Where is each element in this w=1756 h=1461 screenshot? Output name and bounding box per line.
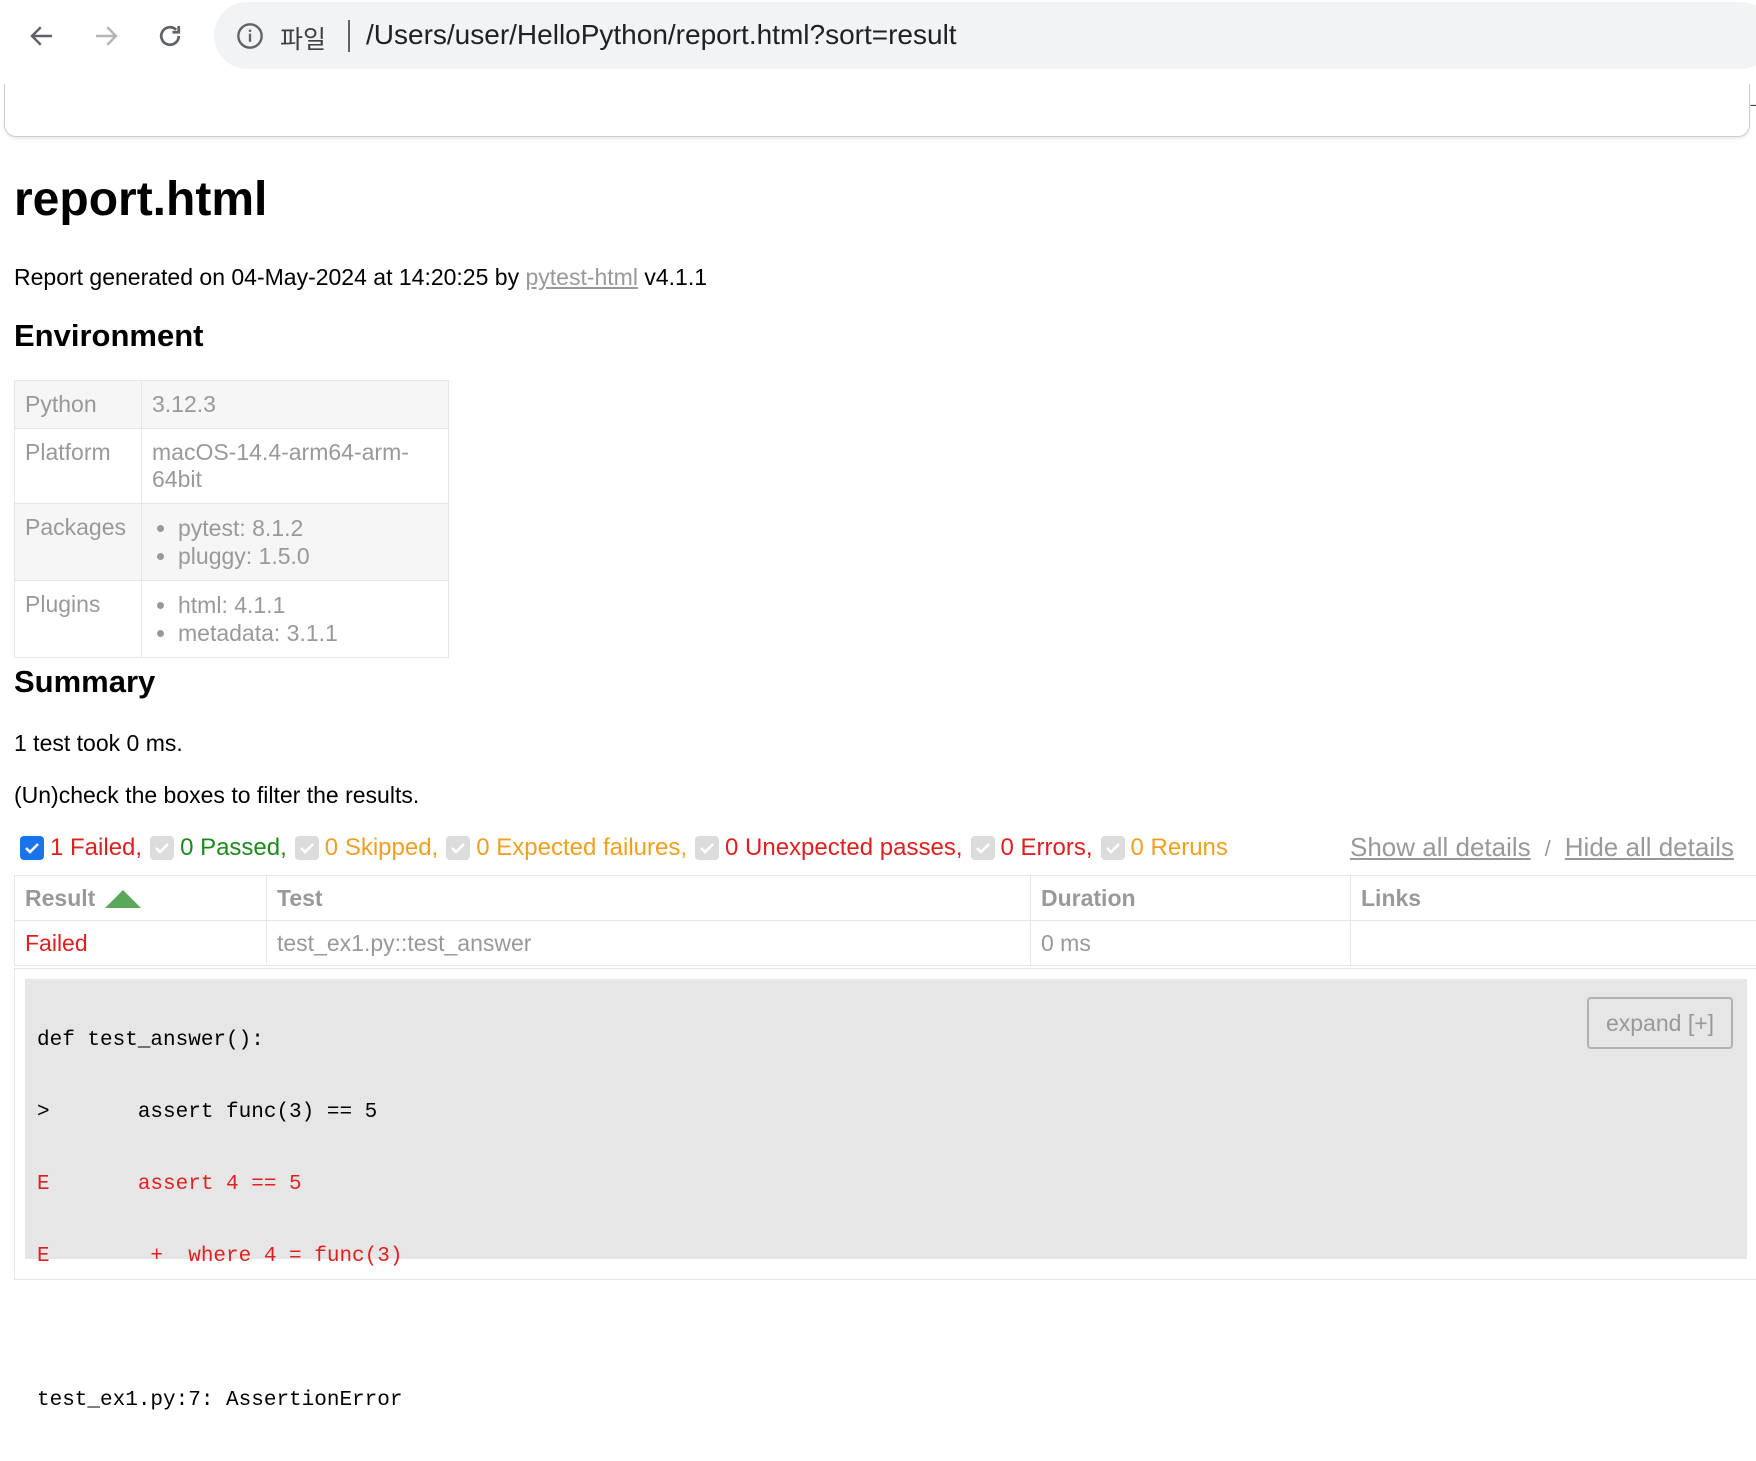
env-value: 3.12.3: [142, 381, 449, 429]
plugin-item: metadata: 3.1.1: [178, 619, 438, 647]
filter-failed[interactable]: 1 Failed,: [20, 834, 142, 862]
filter-label: 0 Reruns: [1131, 834, 1228, 862]
check-icon: [152, 838, 172, 858]
filter-label: 0 Expected failures,: [476, 834, 687, 862]
column-header-test[interactable]: Test: [267, 876, 1031, 921]
panel-mark: ᄀ: [1748, 98, 1756, 122]
filter-label: 0 Passed,: [180, 834, 287, 862]
checkbox[interactable]: [446, 836, 470, 860]
env-key: Platform: [15, 429, 142, 504]
plugin-item: html: 4.1.1: [178, 591, 438, 619]
show-all-details-link[interactable]: Show all details: [1350, 832, 1531, 862]
checkbox[interactable]: [295, 836, 319, 860]
env-value-list: pytest: 8.1.2 pluggy: 1.5.0: [142, 504, 449, 581]
browser-toolbar: 파일 /Users/user/HelloPython/report.html?s…: [0, 0, 1756, 142]
filter-passed[interactable]: 0 Passed,: [150, 834, 287, 862]
check-icon: [1103, 838, 1123, 858]
test-count: 1 test took 0 ms.: [14, 730, 183, 757]
address-bar[interactable]: 파일 /Users/user/HelloPython/report.html?s…: [214, 2, 1756, 69]
env-row: Plugins html: 4.1.1 metadata: 3.1.1: [15, 581, 449, 658]
arrow-right-icon: [91, 21, 121, 51]
check-icon: [22, 838, 42, 858]
filter-label: 0 Unexpected passes,: [725, 834, 962, 862]
failure-log: def test_answer(): > assert func(3) == 5…: [25, 979, 1747, 1259]
forward-button[interactable]: [84, 14, 128, 58]
omnibox-divider: [348, 20, 350, 52]
filter-label: 0 Errors,: [1001, 834, 1093, 862]
site-label: 파일: [280, 20, 326, 56]
url-text[interactable]: /Users/user/HelloPython/report.html?sort…: [366, 19, 957, 51]
generator-version: v4.1.1: [638, 264, 707, 290]
info-icon[interactable]: [236, 22, 264, 50]
hide-all-details-link[interactable]: Hide all details: [1565, 832, 1734, 862]
checkbox[interactable]: [150, 836, 174, 860]
reload-icon: [155, 21, 185, 51]
details-separator: /: [1545, 836, 1551, 861]
filter-label: 0 Skipped,: [325, 834, 438, 862]
log-line-error: E assert 4 == 5: [37, 1173, 402, 1197]
extra-details-row: def test_answer(): > assert func(3) == 5…: [14, 968, 1756, 1280]
results-table: Result Test Duration Links Failed test_e…: [14, 875, 1756, 966]
back-button[interactable]: [20, 14, 64, 58]
reload-button[interactable]: [148, 14, 192, 58]
column-header-result[interactable]: Result: [15, 876, 267, 921]
log-line: def test_answer():: [37, 1029, 402, 1053]
filter-label: 1 Failed,: [50, 834, 142, 862]
log-lines: def test_answer(): > assert func(3) == 5…: [37, 981, 402, 1461]
extension-panel: [4, 84, 1750, 137]
check-icon: [697, 838, 717, 858]
filter-reruns[interactable]: 0 Reruns: [1101, 834, 1228, 862]
log-line: test_ex1.py:7: AssertionError: [37, 1389, 402, 1413]
package-item: pytest: 8.1.2: [178, 514, 438, 542]
filter-expected-failures[interactable]: 0 Expected failures,: [446, 834, 687, 862]
result-cell: Failed: [15, 921, 267, 966]
env-key: Packages: [15, 504, 142, 581]
check-icon: [297, 838, 317, 858]
checkbox[interactable]: [971, 836, 995, 860]
env-value: macOS-14.4-arm64-arm-64bit: [142, 429, 449, 504]
env-value-list: html: 4.1.1 metadata: 3.1.1: [142, 581, 449, 658]
log-line: ​: [37, 1317, 402, 1341]
environment-heading: Environment: [14, 318, 203, 354]
generated-text: Report generated on 04-May-2024 at 14:20…: [14, 264, 525, 290]
env-row: Platform macOS-14.4-arm64-arm-64bit: [15, 429, 449, 504]
arrow-left-icon: [27, 21, 57, 51]
environment-table: Python 3.12.3 Platform macOS-14.4-arm64-…: [14, 380, 449, 658]
column-header-duration[interactable]: Duration: [1031, 876, 1351, 921]
checkbox[interactable]: [1101, 836, 1125, 860]
log-line-error: E + where 4 = func(3): [37, 1245, 402, 1269]
pytest-html-link[interactable]: pytest-html: [525, 264, 637, 290]
column-header-links: Links: [1351, 876, 1756, 921]
test-cell: test_ex1.py::test_answer: [267, 921, 1031, 966]
env-row: Python 3.12.3: [15, 381, 449, 429]
package-item: pluggy: 1.5.0: [178, 542, 438, 570]
report-generated-line: Report generated on 04-May-2024 at 14:20…: [14, 264, 707, 291]
expand-button[interactable]: expand [+]: [1587, 997, 1733, 1049]
result-filters: 1 Failed, 0 Passed, 0 Skipped, 0 Expecte…: [20, 834, 1236, 862]
checkbox[interactable]: [695, 836, 719, 860]
check-icon: [973, 838, 993, 858]
log-line: > assert func(3) == 5: [37, 1101, 402, 1125]
filter-errors[interactable]: 0 Errors,: [971, 834, 1093, 862]
links-cell: [1351, 921, 1756, 966]
filter-skipped[interactable]: 0 Skipped,: [295, 834, 438, 862]
header-label: Result: [25, 885, 95, 911]
page-title: report.html: [14, 172, 267, 227]
duration-cell: 0 ms: [1031, 921, 1351, 966]
results-header-row: Result Test Duration Links: [15, 876, 1756, 921]
details-toggle: Show all details / Hide all details: [1350, 832, 1734, 863]
env-key: Plugins: [15, 581, 142, 658]
filter-hint: (Un)check the boxes to filter the result…: [14, 782, 419, 809]
summary-heading: Summary: [14, 664, 155, 700]
sort-ascending-icon: [105, 889, 141, 909]
env-key: Python: [15, 381, 142, 429]
table-row[interactable]: Failed test_ex1.py::test_answer 0 ms: [15, 921, 1756, 966]
filter-unexpected-passes[interactable]: 0 Unexpected passes,: [695, 834, 962, 862]
check-icon: [448, 838, 468, 858]
checkbox[interactable]: [20, 836, 44, 860]
env-row: Packages pytest: 8.1.2 pluggy: 1.5.0: [15, 504, 449, 581]
